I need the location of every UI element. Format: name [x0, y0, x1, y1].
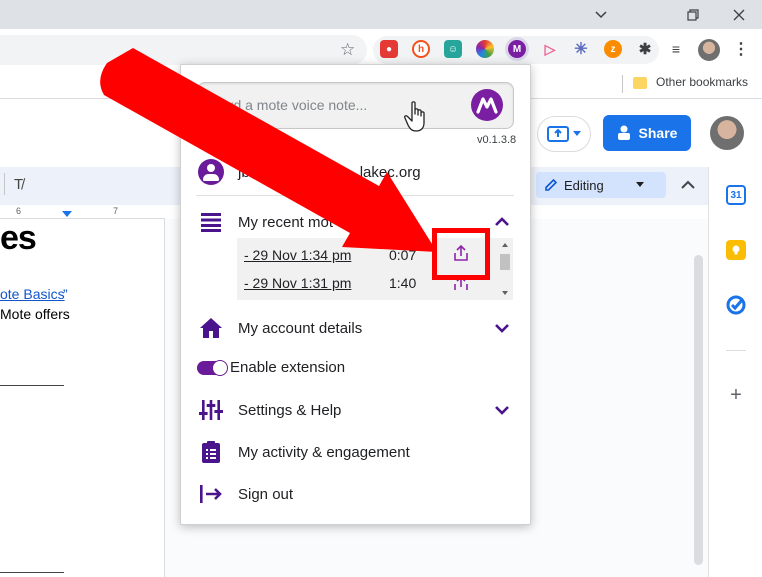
keep-icon[interactable]: [726, 240, 746, 260]
account-circle-icon: [198, 159, 224, 185]
recording-duration: 0:07: [389, 247, 417, 263]
record-placeholder: cord a mote voice note...: [214, 97, 368, 113]
colorpicker-icon[interactable]: [476, 40, 494, 58]
chevron-up-icon[interactable]: [494, 214, 510, 230]
recording-item[interactable]: - 29 Nov 1:34 pm: [244, 247, 351, 263]
loom-icon[interactable]: ✳: [572, 40, 590, 58]
share-button[interactable]: Share: [603, 115, 691, 151]
restore-window-icon[interactable]: [670, 0, 716, 29]
document-heading: es: [0, 219, 37, 257]
sliders-icon: [198, 397, 224, 423]
user-email: jbadi lakec.org: [238, 163, 421, 181]
recent-motes-label: My recent mot: [238, 213, 334, 231]
ruler-mark: 7: [113, 206, 119, 216]
recording-duration: 1:40: [389, 275, 417, 291]
account-avatar[interactable]: [710, 116, 744, 150]
profile-avatar[interactable]: [698, 39, 720, 61]
sign-out-icon: [198, 481, 224, 507]
document-scrollbar[interactable]: [694, 255, 703, 565]
mote-icon[interactable]: M: [505, 37, 529, 61]
puzzle-icon[interactable]: ✱: [636, 40, 654, 58]
browser-menu-icon[interactable]: ⋮: [732, 40, 750, 58]
document-text: Mote offers: [0, 306, 70, 322]
chevron-down-icon[interactable]: [494, 402, 510, 418]
home-icon: [198, 315, 224, 341]
document-quote: ”: [63, 286, 68, 302]
document-line: [0, 385, 64, 386]
toggle-knob: [212, 360, 228, 376]
pencil-icon: [545, 178, 558, 191]
reading-list-icon[interactable]: ≡: [667, 40, 685, 58]
honey-icon[interactable]: h: [412, 40, 430, 58]
calendar-icon[interactable]: 31: [726, 185, 746, 205]
tasks-icon[interactable]: [726, 295, 746, 315]
menu-sign-out[interactable]: Sign out: [198, 480, 293, 508]
document-line: [0, 572, 64, 573]
list-scrollbar[interactable]: [499, 240, 511, 298]
menu-activity[interactable]: My activity & engagement: [198, 438, 410, 466]
chevron-down-icon: [573, 131, 581, 136]
folder-icon: [633, 77, 647, 89]
enable-extension-label: Enable extension: [230, 359, 346, 376]
side-panel: [708, 167, 762, 577]
add-icon[interactable]: +: [726, 384, 746, 406]
clear-formatting-icon[interactable]: T̸: [14, 176, 23, 193]
ruler-mark: 6: [16, 206, 22, 216]
ruler: 6 7: [0, 205, 165, 219]
cursor-hand-icon: [404, 101, 430, 138]
menu-account-details[interactable]: My account details: [198, 314, 362, 342]
editing-mode-dropdown[interactable]: Editing: [536, 172, 666, 198]
clipboard-icon: [198, 439, 224, 465]
toolbar-divider: [4, 173, 5, 195]
grammarly-icon[interactable]: ☺: [444, 40, 462, 58]
document-page[interactable]: [0, 219, 165, 577]
present-icon: [547, 126, 569, 142]
settings-help-label: Settings & Help: [238, 401, 342, 419]
other-bookmarks[interactable]: Other bookmarks: [656, 75, 748, 89]
recording-item[interactable]: - 29 Nov 1:31 pm: [244, 275, 351, 291]
screencastify-icon[interactable]: ▷: [541, 40, 559, 58]
zotero-icon[interactable]: z: [604, 40, 622, 58]
activity-label: My activity & engagement: [238, 443, 410, 461]
popup-divider: [196, 195, 514, 196]
title-bar: [0, 0, 762, 29]
close-window-icon[interactable]: [716, 0, 762, 29]
share-label: Share: [638, 125, 678, 141]
list-icon: [198, 209, 224, 235]
present-button[interactable]: [537, 116, 591, 152]
version-label: v0.1.3.8: [477, 134, 517, 146]
editing-label: Editing: [564, 177, 604, 193]
menu-recent-motes[interactable]: My recent mot: [198, 208, 333, 236]
chevron-down-icon: [635, 182, 644, 187]
bookmarks-separator: [622, 75, 623, 93]
ublock-icon[interactable]: ●: [380, 40, 398, 58]
tab-search-icon[interactable]: [578, 0, 624, 29]
indent-marker[interactable]: [62, 211, 72, 217]
chevron-down-icon[interactable]: [494, 320, 510, 336]
lock-person-icon: [617, 125, 630, 140]
sign-out-label: Sign out: [238, 485, 294, 503]
user-row: jbadi lakec.org: [198, 158, 421, 186]
bookmark-star-icon[interactable]: ☆: [340, 40, 355, 60]
account-details-label: My account details: [238, 319, 363, 337]
mote-logo-icon[interactable]: [471, 89, 503, 121]
collapse-toolbar-icon[interactable]: [681, 177, 695, 195]
document-link[interactable]: ote Basics: [0, 286, 65, 302]
address-bar[interactable]: [0, 35, 367, 65]
menu-settings-help[interactable]: Settings & Help: [198, 396, 341, 424]
annotation-highlight-box: [432, 228, 490, 280]
side-panel-divider: [726, 350, 746, 351]
